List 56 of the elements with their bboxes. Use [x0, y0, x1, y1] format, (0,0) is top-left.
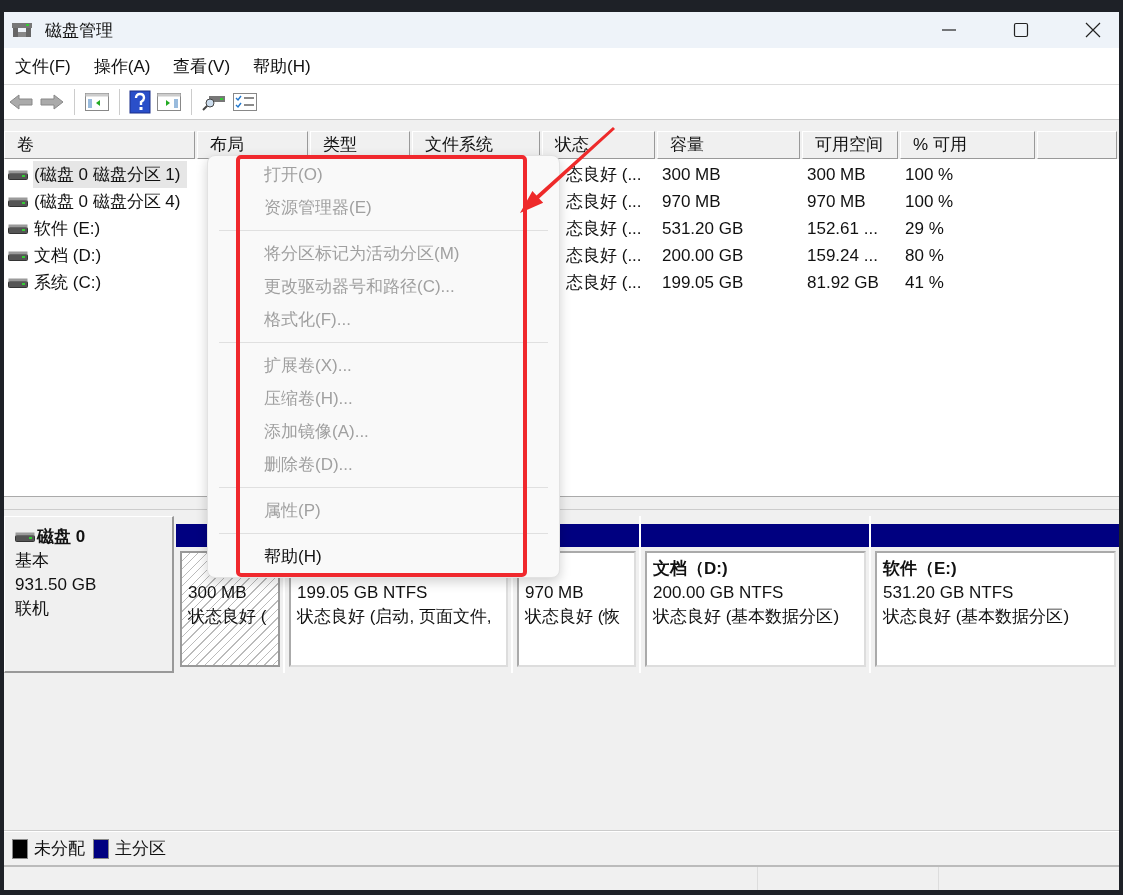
table-cell-text: 159.24 ...: [806, 244, 879, 267]
window-title: 磁盘管理: [45, 19, 113, 42]
partition-block[interactable]: 软件（E:) 531.20 GB NTFS 状态良好 (基本数据分区): [875, 551, 1116, 667]
table-cell-text: 态良好 (...: [565, 191, 643, 213]
menu-item[interactable]: 文件(F): [15, 54, 71, 78]
table-cell-text: 80 %: [904, 244, 945, 267]
legend-label: 主分区: [115, 838, 166, 860]
partition-status: 状态良好 (基本数据分区): [883, 606, 1071, 628]
volume-name[interactable]: (磁盘 0 磁盘分区 1): [33, 161, 188, 188]
volume-name[interactable]: 系统 (C:): [33, 269, 109, 296]
menu-item[interactable]: 帮助(H): [253, 54, 311, 78]
disk-state: 联机: [15, 598, 50, 620]
volume-name[interactable]: 软件 (E:): [33, 215, 108, 242]
partition-title: 文档（D:): [653, 558, 729, 580]
table-cell-text: 199.05 GB: [661, 271, 745, 294]
column-header[interactable]: 容量: [657, 131, 800, 159]
disk-size: 931.50 GB: [15, 574, 98, 596]
legend-label: 未分配: [34, 838, 85, 860]
partition-status: 状态良好 (基本数据分区): [653, 606, 841, 628]
partition-block[interactable]: 970 MB 状态良好 (恢: [517, 551, 636, 667]
volume-name[interactable]: (磁盘 0 磁盘分区 4): [33, 188, 188, 215]
table-cell-text: 200.00 GB: [661, 244, 745, 267]
table-cell-text: 态良好 (...: [565, 164, 643, 186]
table-cell-text: 970 MB: [661, 190, 722, 213]
table-cell-text: 100 %: [904, 163, 955, 186]
partition-size: 200.00 GB NTFS: [653, 582, 785, 604]
volume-name[interactable]: 文档 (D:): [33, 242, 109, 269]
partition-status: 状态良好 (启动, 页面文件,: [297, 606, 493, 628]
menu-item[interactable]: 操作(A): [93, 54, 151, 78]
table-cell-text: 100 %: [904, 190, 955, 213]
table-cell-text: 300 MB: [806, 163, 867, 186]
table-cell-text: 41 %: [904, 271, 945, 294]
disk-type: 基本: [15, 550, 50, 572]
table-cell-text: 态良好 (...: [565, 218, 643, 240]
partition-status: 状态良好 (恢: [525, 606, 622, 628]
menu-item[interactable]: 查看(V): [173, 54, 231, 78]
partition-title: 软件（E:): [883, 558, 958, 580]
table-cell-text: 态良好 (...: [565, 245, 643, 267]
column-header[interactable]: 卷: [4, 131, 195, 159]
column-header[interactable]: % 可用: [900, 131, 1035, 159]
partition-size: 199.05 GB NTFS: [297, 582, 429, 604]
partition-block[interactable]: 文档（D:) 200.00 GB NTFS 状态良好 (基本数据分区): [645, 551, 866, 667]
disk-name: 磁盘 0: [37, 526, 86, 548]
partition-size: 300 MB: [188, 582, 248, 604]
partition-status: 状态良好 (: [188, 606, 268, 628]
disk-label-panel[interactable]: 磁盘 0 基本 931.50 GB 联机: [4, 516, 174, 673]
table-cell-text: 态良好 (...: [565, 272, 643, 294]
partition-size: 531.20 GB NTFS: [883, 582, 1015, 604]
table-cell-text: 29 %: [904, 217, 945, 240]
table-cell-text: 81.92 GB: [806, 271, 880, 294]
column-header[interactable]: 可用空间: [802, 131, 898, 159]
table-cell-text: 531.20 GB: [661, 217, 745, 240]
table-cell-text: 152.61 ...: [806, 217, 879, 240]
table-cell-text: 300 MB: [661, 163, 722, 186]
table-cell-text: 970 MB: [806, 190, 867, 213]
partition-size: 970 MB: [525, 582, 585, 604]
